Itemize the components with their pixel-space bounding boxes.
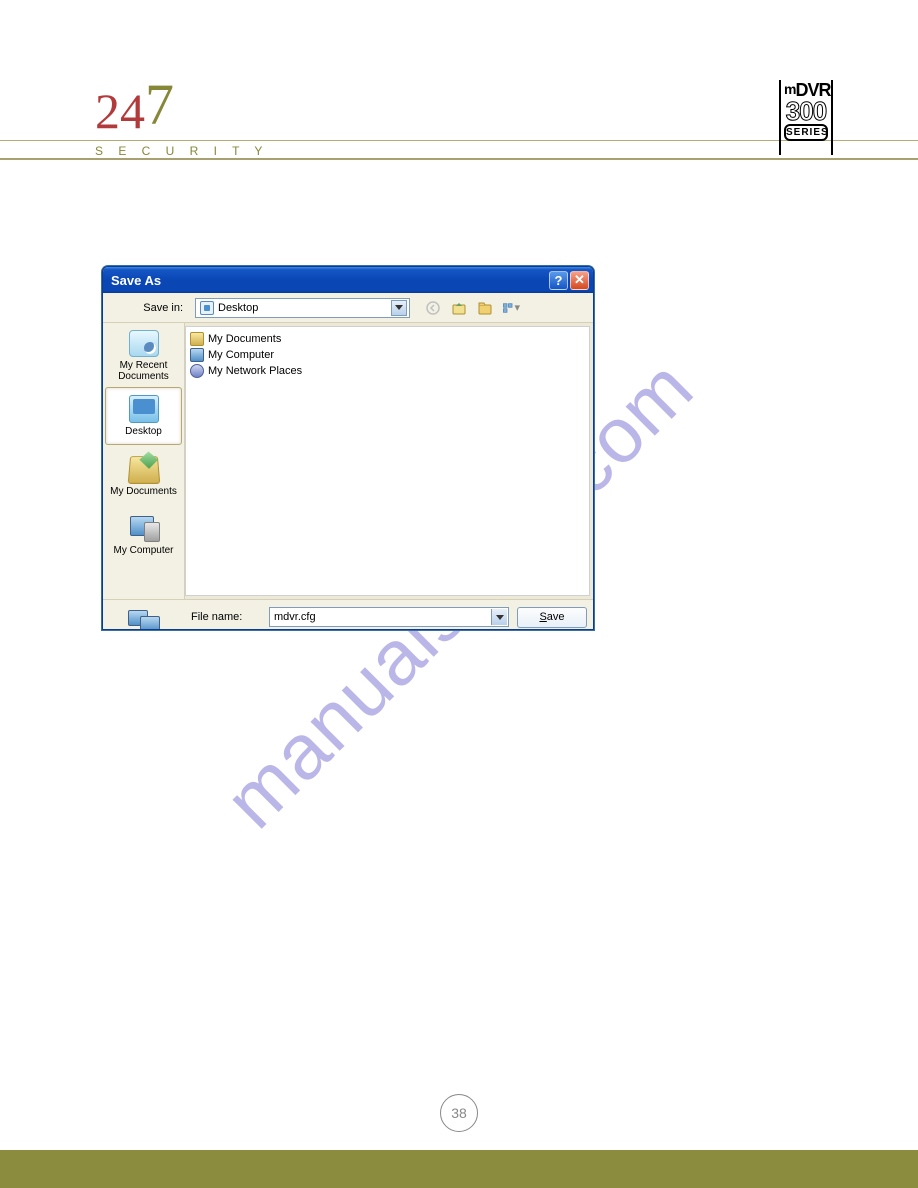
chevron-down-icon [395,305,403,310]
filename-value: mdvr.cfg [274,611,316,623]
list-item[interactable]: My Documents [190,331,585,347]
recent-documents-icon [129,330,159,357]
views-button[interactable]: ▾ [502,299,520,317]
list-item[interactable]: My Network Places [190,363,585,379]
desktop-icon [129,395,159,423]
new-folder-button[interactable] [476,299,494,317]
save-mnemonic: S [539,611,546,623]
file-name: My Network Places [208,365,302,377]
place-desktop[interactable]: Desktop [105,387,182,445]
place-my-documents[interactable]: My Documents [105,447,182,505]
place-my-network[interactable]: My Network [103,606,185,630]
page-number-value: 38 [451,1105,467,1121]
save-button[interactable]: Save [517,607,587,628]
save-in-combo[interactable]: Desktop [195,298,410,318]
dialog-body: My Recent Documents Desktop My Documents… [103,323,593,599]
network-icon [190,364,204,378]
save-as-dialog: Save As ? ✕ Save in: Desktop ▾ [102,266,594,630]
logo-24-text: 24 [95,83,145,139]
page-header: 247 S E C U R I T Y mDVR 300 SERIES [0,0,918,160]
save-in-value: Desktop [218,302,258,314]
help-icon: ? [555,273,563,288]
chevron-down-icon [496,615,504,620]
place-label: My Documents [110,486,177,497]
place-my-computer[interactable]: My Computer [105,507,182,565]
file-list[interactable]: My Documents My Computer My Network Plac… [185,326,590,596]
dialog-title: Save As [111,273,161,288]
dialog-titlebar[interactable]: Save As ? ✕ [103,267,593,293]
logo-mdvr: mDVR 300 SERIES [779,80,833,155]
computer-icon [190,348,204,362]
place-label: My Computer [113,545,173,556]
back-icon [425,300,441,316]
place-recent-documents[interactable]: My Recent Documents [105,327,182,385]
save-rest: ave [547,611,565,623]
page-number: 38 [440,1094,478,1132]
close-button[interactable]: ✕ [570,271,589,290]
computer-icon [128,516,160,542]
documents-icon [127,456,160,484]
close-icon: ✕ [574,272,585,288]
mdvr-series: SERIES [784,124,828,141]
dialog-toolbar: Save in: Desktop ▾ [103,293,593,323]
filename-input[interactable]: mdvr.cfg [269,607,509,627]
up-folder-icon [451,300,467,316]
footer-bar [0,1150,918,1188]
mdvr-m: m [784,81,795,97]
filename-label: File name: [191,611,261,623]
help-button[interactable]: ? [549,271,568,290]
filename-dropdown-button[interactable] [491,609,507,625]
list-item[interactable]: My Computer [190,347,585,363]
back-button[interactable] [424,299,442,317]
place-label: Desktop [125,426,162,437]
logo-security-text: S E C U R I T Y [95,144,268,158]
place-label: My Recent Documents [108,360,179,382]
file-name: My Documents [208,333,281,345]
new-folder-icon [477,300,493,316]
logo-247: 247 [95,80,174,138]
up-folder-button[interactable] [450,299,468,317]
folder-icon [190,332,204,346]
desktop-icon [200,301,214,315]
logo-7-text: 7 [145,72,174,137]
places-bar: My Recent Documents Desktop My Documents… [103,323,185,599]
file-name: My Computer [208,349,274,361]
save-in-dropdown-button[interactable] [391,300,407,316]
mdvr-300: 300 [784,101,828,122]
dialog-bottom-panel: My Network File name: mdvr.cfg Save Save… [103,599,593,630]
views-icon [502,300,513,316]
save-in-label: Save in: [109,302,189,314]
network-icon [128,606,160,630]
